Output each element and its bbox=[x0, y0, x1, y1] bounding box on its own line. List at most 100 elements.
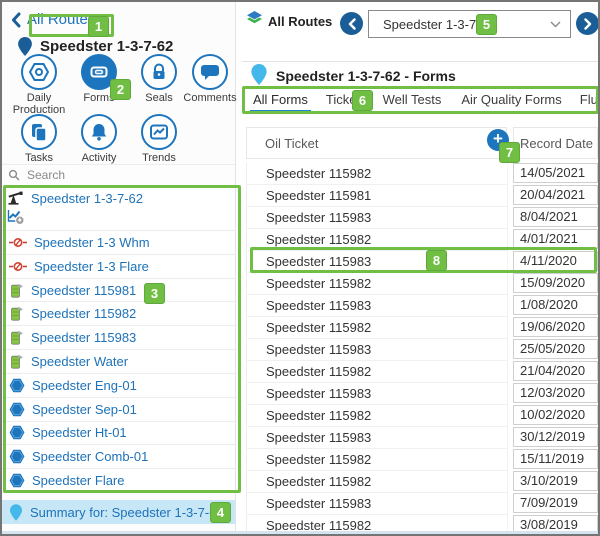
nav-item-tasks[interactable]: Tasks bbox=[8, 114, 70, 164]
all-routes-link[interactable]: All Routes bbox=[27, 11, 95, 28]
app-window: All Routes Speedster 1-3-7-62 Daily Prod… bbox=[0, 0, 600, 536]
nav-label: Trends bbox=[128, 152, 190, 164]
table-row[interactable]: Speedster 115983 bbox=[247, 251, 508, 273]
forms-header-title: Speedster 1-3-7-62 - Forms bbox=[276, 68, 456, 84]
table-row[interactable]: Speedster 115983 bbox=[247, 295, 508, 317]
nav-label: Tasks bbox=[8, 152, 70, 164]
record-date-cell[interactable]: 14/05/2021 bbox=[513, 163, 598, 183]
record-date-cell[interactable]: 20/04/2021 bbox=[513, 185, 598, 205]
table-row[interactable]: Speedster 115982 bbox=[247, 471, 508, 493]
forms-tabbar: All Forms Tickets Well Tests Air Quality… bbox=[242, 89, 600, 113]
nav-item-activity[interactable]: Activity bbox=[68, 114, 130, 164]
record-date-cell[interactable]: 15/09/2020 bbox=[513, 273, 598, 293]
tree-item[interactable]: Speedster Comb-01 bbox=[2, 445, 235, 469]
record-date-cell[interactable]: 4/11/2020 bbox=[513, 251, 598, 271]
entity-selector-dropdown[interactable]: Speedster 1-3-7-62 bbox=[368, 10, 571, 38]
tank-icon bbox=[9, 330, 24, 345]
table-row[interactable]: Speedster 115983 bbox=[247, 383, 508, 405]
oil-ticket-column: Speedster 115982 Speedster 115981 Speeds… bbox=[246, 163, 508, 536]
nav-item-trends[interactable]: Trends bbox=[130, 114, 188, 164]
record-date-cell[interactable]: 30/12/2019 bbox=[513, 427, 598, 447]
tree-item[interactable]: Speedster Ht-01 bbox=[2, 422, 235, 446]
table-row[interactable]: Speedster 115983 bbox=[247, 339, 508, 361]
tank-icon bbox=[9, 283, 24, 298]
map-pin-icon bbox=[251, 64, 267, 85]
tree-item[interactable]: Speedster Eng-01 bbox=[2, 374, 235, 398]
tab-air-quality-forms[interactable]: Air Quality Forms bbox=[458, 90, 564, 113]
annotation-badge-8: 8 bbox=[426, 250, 447, 271]
tree-item-label: Speedster Eng-01 bbox=[32, 378, 137, 393]
nav-item-comments[interactable]: Comments bbox=[182, 54, 238, 104]
table-row[interactable]: Speedster 115982 bbox=[247, 361, 508, 383]
record-date-cell[interactable]: 4/01/2021 bbox=[513, 229, 598, 249]
table-row[interactable]: Speedster 115982 bbox=[247, 317, 508, 339]
nav-label: Daily Production bbox=[8, 92, 70, 116]
entity-tree: Speedster 1-3-7-62 Speedster 1-3 Whm Spe… bbox=[2, 185, 235, 493]
record-date-cell[interactable]: 25/05/2020 bbox=[513, 339, 598, 359]
tree-item[interactable]: Speedster Water bbox=[2, 350, 235, 374]
table-row[interactable]: Speedster 115981 bbox=[247, 185, 508, 207]
record-date-cell[interactable]: 1/08/2020 bbox=[513, 295, 598, 315]
table-row[interactable]: Speedster 115982 bbox=[247, 229, 508, 251]
tree-item[interactable]: Speedster 1-3 Flare bbox=[2, 255, 235, 279]
back-chevron-icon[interactable] bbox=[10, 12, 21, 28]
tree-item-label: Speedster 115981 bbox=[31, 283, 136, 298]
tree-item-label: Speedster Comb-01 bbox=[32, 449, 148, 464]
tree-item-label: Speedster Flare bbox=[32, 473, 125, 488]
hexagon-icon bbox=[9, 378, 25, 393]
chevron-down-icon bbox=[550, 21, 561, 28]
tree-item-label: Speedster Water bbox=[31, 354, 128, 369]
record-date-cell[interactable]: 15/11/2019 bbox=[513, 449, 598, 469]
tree-item[interactable]: Speedster 1-3-7-62 bbox=[2, 185, 235, 231]
record-date-cell[interactable]: 8/04/2021 bbox=[513, 207, 598, 227]
tree-item-label: Speedster 115983 bbox=[31, 330, 136, 345]
tree-item-label: Speedster Ht-01 bbox=[32, 425, 127, 440]
hexagon-icon bbox=[9, 402, 25, 417]
search-input[interactable] bbox=[25, 167, 209, 183]
back-nav[interactable]: All Routes bbox=[10, 11, 95, 28]
tree-item[interactable]: Speedster Flare bbox=[2, 469, 235, 493]
tab-all-forms[interactable]: All Forms bbox=[250, 90, 311, 113]
tab-fluid-levels[interactable]: Fluid Leve bbox=[577, 90, 600, 113]
seals-lock-icon bbox=[141, 54, 177, 90]
left-panel-title: Speedster 1-3-7-62 bbox=[40, 38, 173, 55]
summary-row[interactable]: Summary for: Speedster 1-3-7-62 bbox=[2, 500, 235, 524]
summary-row-label: Summary for: Speedster 1-3-7-62 bbox=[30, 505, 224, 520]
table-row[interactable]: Speedster 115982 bbox=[247, 163, 508, 185]
meter-icon bbox=[9, 261, 27, 272]
table-row[interactable]: Speedster 115982 bbox=[247, 449, 508, 471]
column-header-record-date[interactable]: Record Date bbox=[513, 127, 598, 159]
tree-item[interactable]: Speedster 1-3 Whm bbox=[2, 231, 235, 255]
nav-label: Activity bbox=[68, 152, 130, 164]
record-date-cell[interactable]: 21/04/2020 bbox=[513, 361, 598, 381]
table-row[interactable]: Speedster 115982 bbox=[247, 405, 508, 427]
nav-item-daily-production[interactable]: Daily Production bbox=[8, 54, 70, 116]
table-row[interactable]: Speedster 115983 bbox=[247, 493, 508, 515]
tree-item-label: Speedster 1-3 Whm bbox=[34, 235, 150, 250]
table-row[interactable]: Speedster 115983 bbox=[247, 207, 508, 229]
record-date-cell[interactable]: 7/09/2019 bbox=[513, 493, 598, 513]
tank-icon bbox=[9, 306, 24, 321]
tab-well-tests[interactable]: Well Tests bbox=[380, 90, 445, 113]
tree-item-label: Speedster 1-3 Flare bbox=[34, 259, 149, 274]
column-header-oil-ticket[interactable]: Oil Ticket bbox=[246, 127, 507, 159]
table-row[interactable]: Speedster 115983 bbox=[247, 427, 508, 449]
record-date-cell[interactable]: 12/03/2020 bbox=[513, 383, 598, 403]
right-panel: All Routes Speedster 1-3-7-62 Speedster … bbox=[242, 2, 600, 534]
annotation-badge-5: 5 bbox=[476, 14, 497, 35]
route-prev-button[interactable] bbox=[340, 12, 363, 35]
map-pin-icon bbox=[10, 504, 22, 521]
routes-label: All Routes bbox=[268, 14, 332, 29]
record-date-cell[interactable]: 19/06/2020 bbox=[513, 317, 598, 337]
tree-item[interactable]: Speedster 115983 bbox=[2, 326, 235, 350]
route-next-button[interactable] bbox=[576, 12, 599, 35]
table-row[interactable]: Speedster 115982 bbox=[247, 273, 508, 295]
daily-production-icon bbox=[21, 54, 57, 90]
tree-item[interactable]: Speedster Sep-01 bbox=[2, 398, 235, 422]
record-date-cell[interactable]: 3/10/2019 bbox=[513, 471, 598, 491]
annotation-badge-4: 4 bbox=[210, 502, 231, 523]
tree-item[interactable]: Speedster 115981 bbox=[2, 279, 235, 303]
tree-item[interactable]: Speedster 115982 bbox=[2, 302, 235, 326]
record-date-cell[interactable]: 10/02/2020 bbox=[513, 405, 598, 425]
tree-item-label: Speedster 115982 bbox=[31, 306, 136, 321]
